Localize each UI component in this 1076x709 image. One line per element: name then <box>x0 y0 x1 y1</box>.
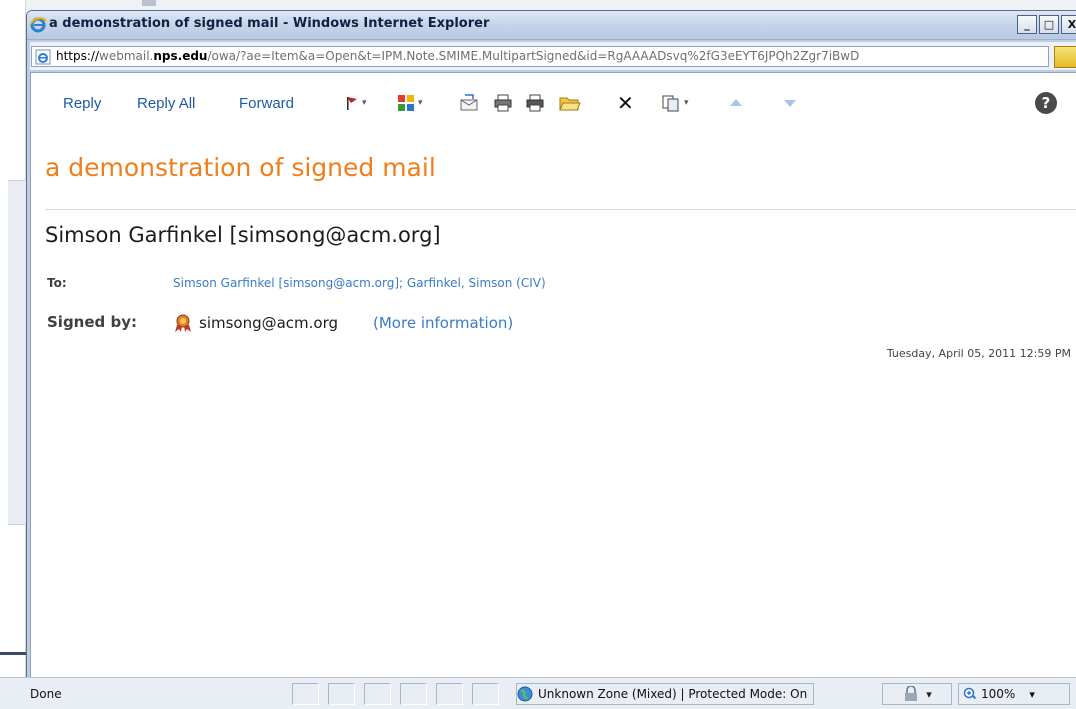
message-toolbar: Reply Reply All Forward ▾ ▾ ✕ ▾ ? <box>31 73 1076 115</box>
print-button[interactable] <box>493 93 513 113</box>
background-divider <box>0 652 26 655</box>
maximize-button[interactable]: □ <box>1039 15 1059 34</box>
help-icon[interactable]: ? <box>1035 92 1057 114</box>
ie-page-icon <box>35 49 51 65</box>
lock-icon[interactable] <box>1054 46 1076 68</box>
security-zone[interactable]: Unknown Zone (Mixed) | Protected Mode: O… <box>516 683 815 705</box>
url-path: /owa/?ae=Item&a=Open&t=IPM.Note.SMIME.Mu… <box>207 49 860 63</box>
ie-window: a demonstration of signed mail - Windows… <box>26 10 1076 709</box>
url-scheme: https:// <box>56 49 100 63</box>
signature-ribbon-icon <box>175 314 191 332</box>
ie-logo-icon <box>30 17 47 33</box>
window-title: a demonstration of signed mail - Windows… <box>49 16 490 31</box>
message-sender: Simson Garfinkel [simsong@acm.org] <box>45 223 441 247</box>
more-information-link[interactable]: (More information) <box>373 314 513 332</box>
print-preview-icon <box>526 94 544 112</box>
zoom-button[interactable]: 100% ▾ <box>958 683 1070 705</box>
copy-button[interactable]: ▾ <box>661 93 689 113</box>
open-folder-icon <box>559 97 581 111</box>
delete-button[interactable]: ✕ <box>617 91 634 115</box>
message-content: Reply Reply All Forward ▾ ▾ ✕ ▾ ? a demo… <box>30 72 1076 687</box>
flag-icon <box>347 97 357 110</box>
message-subject: a demonstration of signed mail <box>45 153 436 182</box>
zoom-icon <box>963 687 977 700</box>
screen: a demonstration of signed mail - Windows… <box>0 0 1076 709</box>
open-folder-button[interactable] <box>559 93 581 113</box>
background-panel-strip <box>8 180 26 525</box>
window-controls: _ □ X <box>1017 15 1076 35</box>
status-text: Done <box>30 687 62 701</box>
forward-button[interactable]: Forward <box>239 95 294 112</box>
title-bar[interactable]: a demonstration of signed mail - Windows… <box>27 11 1076 40</box>
chevron-down-icon: ▾ <box>926 687 932 701</box>
status-cell <box>364 683 391 705</box>
security-icon <box>905 686 918 701</box>
status-cell <box>472 683 499 705</box>
reply-button[interactable]: Reply <box>63 95 101 112</box>
close-button[interactable]: X <box>1061 15 1076 34</box>
flag-button[interactable]: ▾ <box>345 93 367 113</box>
zone-text: Unknown Zone (Mixed) | Protected Mode: O… <box>538 687 808 701</box>
header-divider <box>45 209 1076 210</box>
status-cell <box>292 683 319 705</box>
copy-icon <box>662 95 679 112</box>
chevron-down-icon: ▾ <box>684 98 689 108</box>
move-to-folder-icon <box>460 94 478 111</box>
address-field[interactable]: https://webmail.nps.edu/owa/?ae=Item&a=O… <box>31 46 1049 67</box>
to-recipients-link[interactable]: Simson Garfinkel [simsong@acm.org]; Garf… <box>173 276 546 290</box>
url-text: https://webmail.nps.edu/owa/?ae=Item&a=O… <box>56 49 1046 63</box>
url-domain: nps.edu <box>153 49 208 63</box>
globe-icon <box>517 686 533 702</box>
print-preview-button[interactable] <box>525 93 545 113</box>
previous-item-icon <box>730 99 742 106</box>
more-information-text[interactable]: More information <box>379 314 508 332</box>
print-icon <box>494 94 512 112</box>
signer-address: simsong@acm.org <box>199 314 339 332</box>
move-button[interactable] <box>459 93 479 113</box>
chevron-down-icon: ▾ <box>1029 687 1035 701</box>
previous-item-button[interactable] <box>729 93 743 113</box>
to-label: To: <box>47 276 67 290</box>
status-cell <box>400 683 427 705</box>
next-item-button[interactable] <box>783 93 797 113</box>
status-cell <box>328 683 355 705</box>
status-bar: Done Unknown Zone (Mixed) | Protected Mo… <box>0 677 1076 709</box>
chevron-down-icon: ▾ <box>418 98 423 108</box>
background-scroll-knob <box>142 0 156 6</box>
reply-all-button[interactable]: Reply All <box>137 95 195 112</box>
url-host-prefix: webmail. <box>99 49 154 63</box>
chevron-down-icon: ▾ <box>362 98 367 108</box>
message-date: Tuesday, April 05, 2011 12:59 PM <box>886 347 1071 360</box>
zoom-level: 100% <box>981 687 1016 701</box>
categories-icon <box>398 95 414 111</box>
signed-by-label: Signed by: <box>47 313 138 331</box>
background-window-top <box>26 0 1076 10</box>
delete-icon: ✕ <box>617 91 634 115</box>
categories-button[interactable]: ▾ <box>397 93 423 113</box>
paren-close: ) <box>507 314 514 332</box>
background-window-fragment <box>0 0 26 709</box>
status-cell <box>436 683 463 705</box>
next-item-icon <box>784 100 796 107</box>
address-bar: https://webmail.nps.edu/owa/?ae=Item&a=O… <box>30 42 1076 70</box>
minimize-button[interactable]: _ <box>1017 15 1037 34</box>
security-settings-button[interactable]: ▾ <box>882 683 952 705</box>
